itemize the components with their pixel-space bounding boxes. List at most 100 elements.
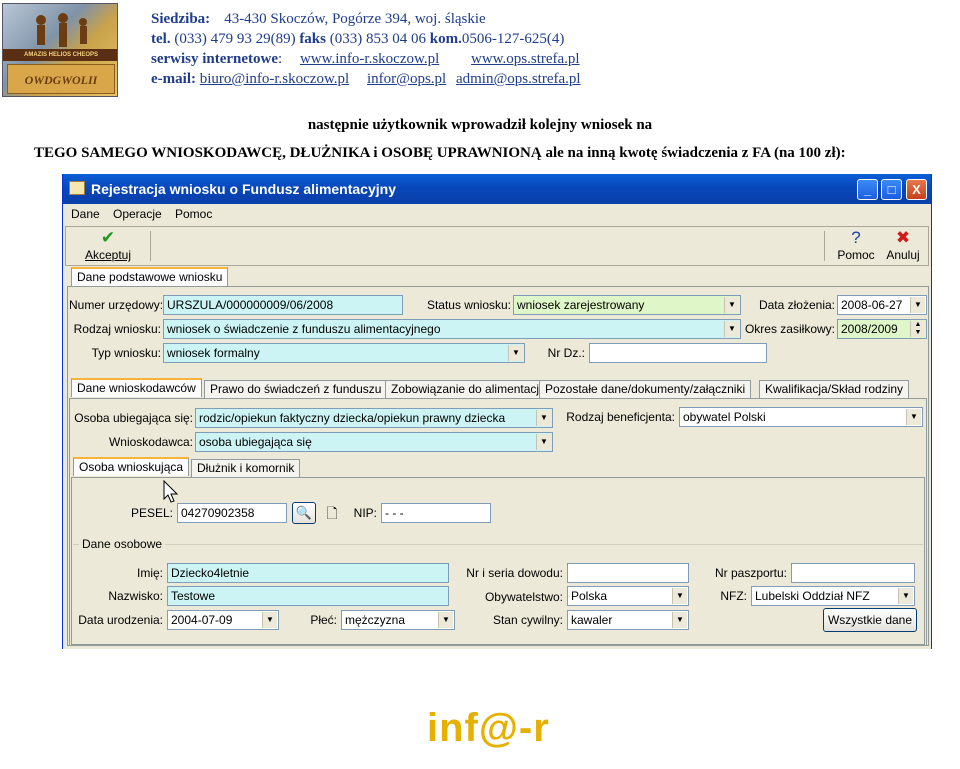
accept-button[interactable]: ✔ Akceptuj bbox=[78, 228, 138, 263]
nrdz-field[interactable] bbox=[589, 343, 767, 363]
nfz-select[interactable]: Lubelski Oddział NFZ ▼ bbox=[751, 586, 915, 606]
mouse-cursor-icon bbox=[163, 480, 179, 503]
birth-date-field[interactable]: 2004-07-09 ▼ bbox=[167, 610, 279, 630]
civil-status-value: kawaler bbox=[571, 613, 613, 627]
cancel-label: Anuluj bbox=[886, 248, 920, 262]
applying-person-select[interactable]: rodzic/opiekun faktyczny dziecka/opiekun… bbox=[195, 408, 553, 428]
menu-item-dane[interactable]: Dane bbox=[71, 207, 100, 221]
applying-person-label: Osoba ubiegająca się: bbox=[74, 411, 193, 425]
surname-label: Nazwisko: bbox=[108, 589, 163, 603]
applicant-label: Wnioskodawca: bbox=[108, 435, 193, 449]
nfz-value: Lubelski Oddział NFZ bbox=[755, 589, 870, 603]
civil-status-select[interactable]: kawaler ▼ bbox=[567, 610, 689, 630]
sex-value: mężczyzna bbox=[345, 613, 406, 627]
pesel-field[interactable]: 04270902358 bbox=[177, 503, 287, 523]
personal-data-group: Dane osobowe bbox=[73, 537, 923, 551]
help-label: Pomoc bbox=[837, 248, 875, 262]
chevron-down-icon[interactable]: ▼ bbox=[898, 588, 913, 604]
sex-select[interactable]: mężczyzna ▼ bbox=[341, 610, 455, 630]
period-field[interactable]: 2008/2009 ▲ ▼ bbox=[837, 319, 927, 339]
birth-date-label: Data urodzenia: bbox=[78, 613, 163, 627]
date-submitted-field[interactable]: 2008-06-27 ▼ bbox=[837, 295, 927, 315]
passport-label: Nr paszportu: bbox=[714, 566, 787, 580]
window-titlebar[interactable]: Rejestracja wniosku o Fundusz alimentacy… bbox=[63, 174, 931, 204]
chevron-down-icon[interactable]: ▼ bbox=[262, 612, 277, 628]
period-label: Okres zasiłkowy: bbox=[744, 322, 835, 336]
header-seat-line: Siedziba: 43-430 Skoczów, Pogórze 394, wo… bbox=[151, 9, 486, 29]
site-link-ops[interactable]: www.ops.strefa.pl bbox=[471, 51, 580, 67]
email-link-admin[interactable]: admin@ops.strefa.pl bbox=[456, 71, 581, 87]
request-type-label: Typ wniosku: bbox=[91, 346, 161, 360]
cancel-button[interactable]: ✖ Anuluj bbox=[882, 229, 924, 263]
citizenship-label: Obywatelstwo: bbox=[484, 590, 563, 604]
citizenship-value: Polska bbox=[571, 589, 608, 603]
civil-status-label: Stan cywilny: bbox=[492, 613, 563, 627]
chevron-down-icon[interactable]: ▼ bbox=[508, 345, 523, 361]
chevron-down-icon[interactable]: ▼ bbox=[672, 588, 687, 604]
tab-alimony-obligation[interactable]: Zobowiązanie do alimentacji bbox=[385, 380, 548, 399]
figures-icon bbox=[36, 13, 87, 47]
passport-field[interactable] bbox=[791, 563, 915, 583]
chevron-down-icon[interactable]: ▼ bbox=[906, 409, 921, 425]
spinner-icon[interactable]: ▲ ▼ bbox=[910, 321, 925, 337]
chevron-down-icon[interactable]: ▼ bbox=[724, 321, 739, 337]
document-icon[interactable]: 🗋 bbox=[321, 502, 343, 524]
status-field[interactable]: wniosek zarejestrowany ▼ bbox=[513, 295, 741, 315]
nfz-label: NFZ: bbox=[720, 589, 747, 603]
fax-label: faks bbox=[299, 31, 326, 47]
tab-family-qualification[interactable]: Kwalifikacja/Skład rodziny bbox=[759, 380, 910, 399]
nip-field[interactable]: - - - bbox=[381, 503, 491, 523]
search-icon[interactable]: 🔍 bbox=[292, 502, 316, 524]
chevron-down-icon[interactable]: ▼ bbox=[536, 434, 551, 450]
request-kind-label: Rodzaj wniosku: bbox=[73, 322, 161, 336]
status-label: Status wniosku: bbox=[426, 298, 511, 312]
help-button[interactable]: ? Pomoc bbox=[834, 229, 878, 263]
period-value: 2008/2009 bbox=[841, 322, 898, 336]
chevron-down-icon[interactable]: ▼ bbox=[672, 612, 687, 628]
tab-basic-data[interactable]: Dane podstawowe wniosku bbox=[71, 267, 229, 286]
tab-applicant-data[interactable]: Dane wnioskodawców bbox=[71, 378, 202, 397]
request-type-select[interactable]: wniosek formalny ▼ bbox=[163, 343, 525, 363]
beneficiary-type-select[interactable]: obywatel Polski ▼ bbox=[679, 407, 923, 427]
minimize-button[interactable]: _ bbox=[857, 179, 878, 200]
logo-band-text: AMAZIS HELIOS CHEOPS bbox=[23, 52, 98, 58]
tab-debtor-bailiff[interactable]: Dłużnik i komornik bbox=[191, 459, 301, 478]
fax-value: (033) 853 04 06 bbox=[329, 31, 426, 47]
close-button[interactable]: X bbox=[906, 179, 927, 200]
first-name-label: Imię: bbox=[136, 566, 163, 580]
email-link-biuro[interactable]: biuro@info-r.skoczow.pl bbox=[200, 71, 349, 87]
number-field[interactable]: URSZULA/000000009/06/2008 bbox=[163, 295, 403, 315]
chevron-down-icon[interactable]: ▼ bbox=[536, 410, 551, 426]
chevron-down-icon[interactable]: ▼ bbox=[724, 297, 739, 313]
checkmark-icon: ✔ bbox=[100, 228, 116, 247]
id-card-field[interactable] bbox=[567, 563, 689, 583]
application-window: Rejestracja wniosku o Fundusz alimentacy… bbox=[62, 174, 932, 649]
menu-item-operacje[interactable]: Operacje bbox=[113, 207, 162, 221]
first-name-field[interactable]: Dziecko4letnie bbox=[167, 563, 449, 583]
logo-bottom-text: OWDGWOLII bbox=[24, 73, 98, 87]
seat-value: 43-430 Skoczów, Pogórze 394, woj. śląski… bbox=[224, 11, 486, 27]
tab-benefit-right[interactable]: Prawo do świadczeń z funduszu bbox=[204, 380, 388, 399]
beneficiary-type-value: obywatel Polski bbox=[683, 410, 766, 424]
email-link-infor[interactable]: infor@ops.pl bbox=[367, 71, 446, 87]
maximize-button[interactable]: □ bbox=[881, 179, 902, 200]
accept-label: Akceptuj bbox=[84, 248, 132, 262]
id-card-label: Nr i seria dowodu: bbox=[466, 566, 563, 580]
chevron-down-icon[interactable]: ▼ bbox=[910, 297, 925, 313]
tab-applying-person[interactable]: Osoba wnioskująca bbox=[73, 457, 190, 476]
personal-data-group-label: Dane osobowe bbox=[79, 537, 166, 551]
applicant-select[interactable]: osoba ubiegająca się ▼ bbox=[195, 432, 553, 452]
citizenship-select[interactable]: Polska ▼ bbox=[567, 586, 689, 606]
status-value: wniosek zarejestrowany bbox=[517, 298, 645, 312]
site-link-info-r[interactable]: www.info-r.skoczow.pl bbox=[300, 51, 439, 67]
window-title: Rejestracja wniosku o Fundusz alimentacy… bbox=[91, 181, 396, 197]
menu-item-pomoc[interactable]: Pomoc bbox=[175, 207, 212, 221]
all-data-button[interactable]: Wszystkie dane bbox=[823, 608, 917, 632]
surname-field[interactable]: Testowe bbox=[167, 586, 449, 606]
nrdz-label: Nr Dz.: bbox=[547, 346, 585, 360]
tab-other-documents[interactable]: Pozostałe dane/dokumenty/załączniki bbox=[539, 380, 752, 399]
tel-value: (033) 479 93 29(89) bbox=[174, 31, 296, 47]
chevron-down-icon[interactable]: ▼ bbox=[438, 612, 453, 628]
toolbar: ✔ Akceptuj ? Pomoc ✖ Anuluj bbox=[65, 226, 929, 266]
request-kind-select[interactable]: wniosek o świadczenie z funduszu aliment… bbox=[163, 319, 741, 339]
